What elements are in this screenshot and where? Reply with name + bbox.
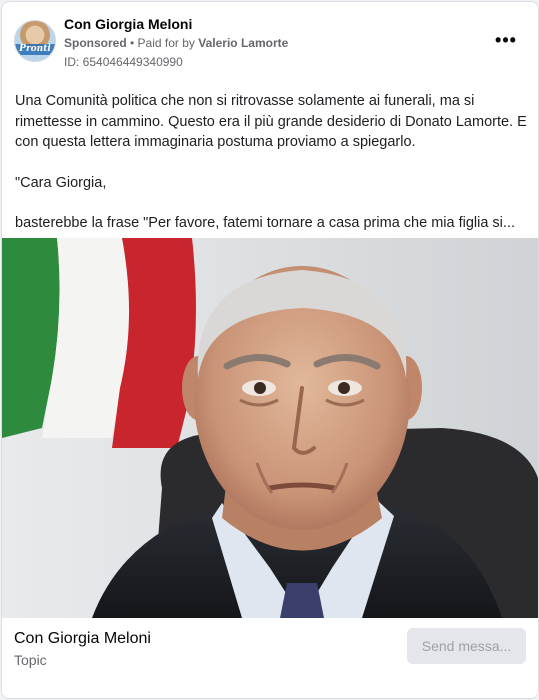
sponsored-meta: Sponsored • Paid for by Valerio Lamorte [64,36,288,50]
tie [280,583,324,618]
post-image[interactable] [2,238,538,618]
more-horizontal-icon: ••• [495,30,517,50]
post-header: Pronti Con Giorgia Meloni Sponsored • Pa… [2,2,538,82]
footer-topic: Topic [14,652,47,668]
paid-for-name[interactable]: Valerio Lamorte [198,36,288,50]
ad-id: ID: 654046449340990 [64,55,183,69]
meta-separator: • [126,36,138,50]
page-name-link[interactable]: Con Giorgia Meloni [64,16,192,32]
post-text: Una Comunità politica che non si ritrova… [15,91,529,234]
avatar-badge-text: Pronti [15,44,55,55]
post-paragraph-1: Una Comunità politica che non si ritrova… [15,93,527,150]
paid-for-label: Paid for by [137,36,199,50]
send-message-button[interactable]: Send messa... [407,628,526,664]
footer-page-name[interactable]: Con Giorgia Meloni [14,630,151,648]
more-options-button[interactable]: ••• [492,30,520,52]
portrait-photo [2,238,538,618]
sponsored-label: Sponsored [64,36,127,50]
post-footer: Con Giorgia Meloni Topic Send messa... [2,618,538,698]
post-paragraph-2: "Cara Giorgia, [15,174,107,191]
post-paragraph-3[interactable]: basterebbe la frase "Per favore, fatemi … [15,213,529,234]
ad-post-card: Pronti Con Giorgia Meloni Sponsored • Pa… [1,1,539,699]
page-avatar[interactable]: Pronti [14,20,56,62]
